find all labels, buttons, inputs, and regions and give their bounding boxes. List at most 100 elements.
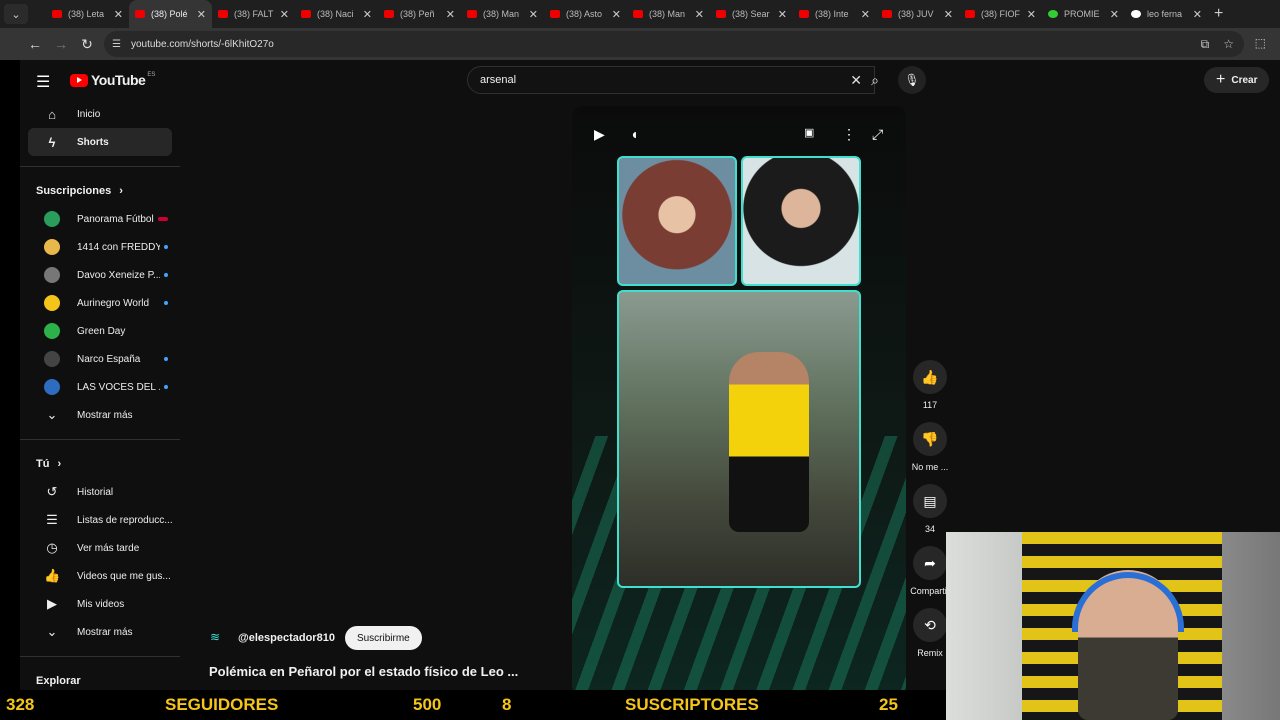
- comment-count: 34: [924, 524, 935, 534]
- close-tab-icon[interactable]: ✕: [695, 8, 704, 21]
- new-tab-button[interactable]: +: [1214, 5, 1223, 23]
- bookmark-star-icon[interactable]: ☆: [1223, 37, 1234, 52]
- install-icon[interactable]: ⧉: [1201, 37, 1210, 52]
- sidebar-item-home[interactable]: ⌂ Inicio: [28, 100, 172, 128]
- new-content-dot: [164, 301, 168, 305]
- browser-tab[interactable]: (38) Man ✕: [627, 0, 710, 28]
- followers-count: 328: [6, 695, 35, 714]
- subscription-name: LAS VOCES DEL ...: [77, 381, 160, 393]
- create-label: Crear: [1231, 74, 1258, 86]
- browser-tab[interactable]: (38) Inte ✕: [793, 0, 876, 28]
- back-icon[interactable]: ←: [22, 36, 48, 52]
- browser-tab[interactable]: (38) JUV ✕: [876, 0, 959, 28]
- close-tab-icon[interactable]: ✕: [363, 8, 372, 21]
- youtube-play-icon: [70, 73, 88, 87]
- browser-tab[interactable]: (38) FALT ✕: [212, 0, 295, 28]
- subscription-item[interactable]: Green Day: [28, 317, 172, 345]
- show-more-subscriptions[interactable]: ⌄ Mostrar más: [28, 401, 172, 429]
- google-favicon-icon: [1131, 10, 1141, 18]
- captions-icon[interactable]: ▣: [804, 126, 814, 139]
- like-button[interactable]: 👍 117: [910, 360, 950, 410]
- subscriptions-header[interactable]: Suscripciones ›: [20, 177, 180, 205]
- sidebar-item-my-videos[interactable]: ▶ Mis videos: [28, 590, 172, 618]
- create-button[interactable]: + Crear: [1204, 67, 1270, 93]
- browser-tab[interactable]: (38) Leta ✕: [46, 0, 129, 28]
- video-frame-player: [617, 290, 861, 588]
- close-tab-icon[interactable]: ✕: [1193, 8, 1202, 21]
- subscribe-button[interactable]: Suscribirme: [344, 626, 422, 650]
- menu-icon[interactable]: ☰: [36, 72, 50, 92]
- channel-avatar: [44, 267, 60, 283]
- subscription-item[interactable]: 1414 con FREDDY: [28, 233, 172, 261]
- browser-tab[interactable]: (38) Man ✕: [461, 0, 544, 28]
- show-more-you[interactable]: ⌄ Mostrar más: [28, 618, 172, 646]
- remix-button[interactable]: ⟲ Remix: [910, 608, 950, 658]
- short-video-player[interactable]: ▶ ◖ ▣ ⋮ ⤢: [572, 106, 906, 696]
- more-options-icon[interactable]: ⋮: [842, 126, 856, 143]
- browser-tab[interactable]: (38) Naci ✕: [295, 0, 378, 28]
- tab-label: (38) Peñ: [400, 9, 435, 19]
- sidebar-item-liked[interactable]: 👍 Videos que me gus...: [28, 562, 172, 590]
- fullscreen-icon[interactable]: ⤢: [872, 126, 883, 143]
- browser-toolbar: ← → ↻ ☰ youtube.com/shorts/-6lKhitO27o ⧉…: [0, 28, 1280, 60]
- subscription-item[interactable]: Panorama Fútbol: [28, 205, 172, 233]
- video-frame-host-left: [617, 156, 737, 286]
- forward-icon[interactable]: →: [48, 36, 74, 52]
- watch-later-icon: ◷: [46, 540, 58, 555]
- browser-tab[interactable]: (38) Polé ✕: [129, 0, 212, 28]
- you-header[interactable]: Tú ›: [20, 450, 180, 478]
- sidebar-item-shorts[interactable]: ϟ Shorts: [28, 128, 172, 156]
- youtube-logo[interactable]: YouTube ES: [70, 72, 155, 88]
- channel-name[interactable]: @elespectador810: [238, 632, 335, 644]
- close-tab-icon[interactable]: ✕: [778, 8, 787, 21]
- browser-tab[interactable]: leo ferna ✕: [1125, 0, 1208, 28]
- site-favicon-icon: [1048, 10, 1058, 18]
- sidebar-item-watch-later[interactable]: ◷ Ver más tarde: [28, 534, 172, 562]
- voice-search-icon[interactable]: 🎙: [898, 66, 926, 94]
- channel-avatar: [44, 379, 60, 395]
- close-tab-icon[interactable]: ✕: [114, 8, 123, 21]
- sidebar-item-history[interactable]: ↺ Historial: [28, 478, 172, 506]
- subscription-item[interactable]: Aurinegro World: [28, 289, 172, 317]
- share-button[interactable]: ➦ Compartir: [910, 546, 950, 596]
- close-tab-icon[interactable]: ✕: [612, 8, 621, 21]
- close-tab-icon[interactable]: ✕: [1027, 8, 1036, 21]
- address-bar[interactable]: ☰ youtube.com/shorts/-6lKhitO27o ⧉ ☆: [104, 31, 1244, 57]
- subscription-item[interactable]: LAS VOCES DEL ...: [28, 373, 172, 401]
- volume-icon[interactable]: ◖: [630, 126, 638, 142]
- browser-tab[interactable]: (38) Asto ✕: [544, 0, 627, 28]
- channel-avatar-icon[interactable]: ≋: [210, 630, 230, 646]
- share-label: Compartir: [910, 586, 950, 596]
- reload-icon[interactable]: ↻: [74, 36, 100, 53]
- close-tab-icon[interactable]: ✕: [446, 8, 455, 21]
- sidebar-item-playlists[interactable]: ☰ Listas de reproducc...: [28, 506, 172, 534]
- search-input[interactable]: arsenal ✕: [467, 66, 875, 94]
- comments-button[interactable]: ▤ 34: [910, 484, 950, 534]
- close-tab-icon[interactable]: ✕: [529, 8, 538, 21]
- site-info-icon[interactable]: ☰: [112, 39, 121, 50]
- play-icon[interactable]: ▶: [594, 126, 605, 143]
- browser-tab[interactable]: PROMIE ✕: [1042, 0, 1125, 28]
- search-button[interactable]: ⌕: [845, 66, 905, 94]
- extensions-icon[interactable]: ⬚: [1255, 36, 1266, 50]
- tab-search-button[interactable]: ⌄: [4, 4, 28, 24]
- browser-tab[interactable]: (38) Peñ ✕: [378, 0, 461, 28]
- show-more-label: Mostrar más: [77, 409, 133, 421]
- channel-avatar: [44, 351, 60, 367]
- history-icon: ↺: [46, 484, 58, 499]
- close-tab-icon[interactable]: ✕: [861, 8, 870, 21]
- close-tab-icon[interactable]: ✕: [1110, 8, 1119, 21]
- subscription-item[interactable]: Narco España: [28, 345, 172, 373]
- logo-text: YouTube: [91, 72, 146, 88]
- browser-tab[interactable]: (38) FIOF ✕: [959, 0, 1042, 28]
- sidebar-item-label: Ver más tarde: [77, 542, 140, 554]
- youtube-favicon-icon: [882, 10, 892, 18]
- close-tab-icon[interactable]: ✕: [280, 8, 289, 21]
- browser-tab[interactable]: (38) Sear ✕: [710, 0, 793, 28]
- close-tab-icon[interactable]: ✕: [944, 8, 953, 21]
- close-tab-icon[interactable]: ✕: [197, 8, 206, 21]
- subscription-item[interactable]: Davoo Xeneize P...: [28, 261, 172, 289]
- youtube-favicon-icon: [218, 10, 228, 18]
- dislike-button[interactable]: 👎 No me ...: [910, 422, 950, 472]
- left-edge: [0, 60, 20, 720]
